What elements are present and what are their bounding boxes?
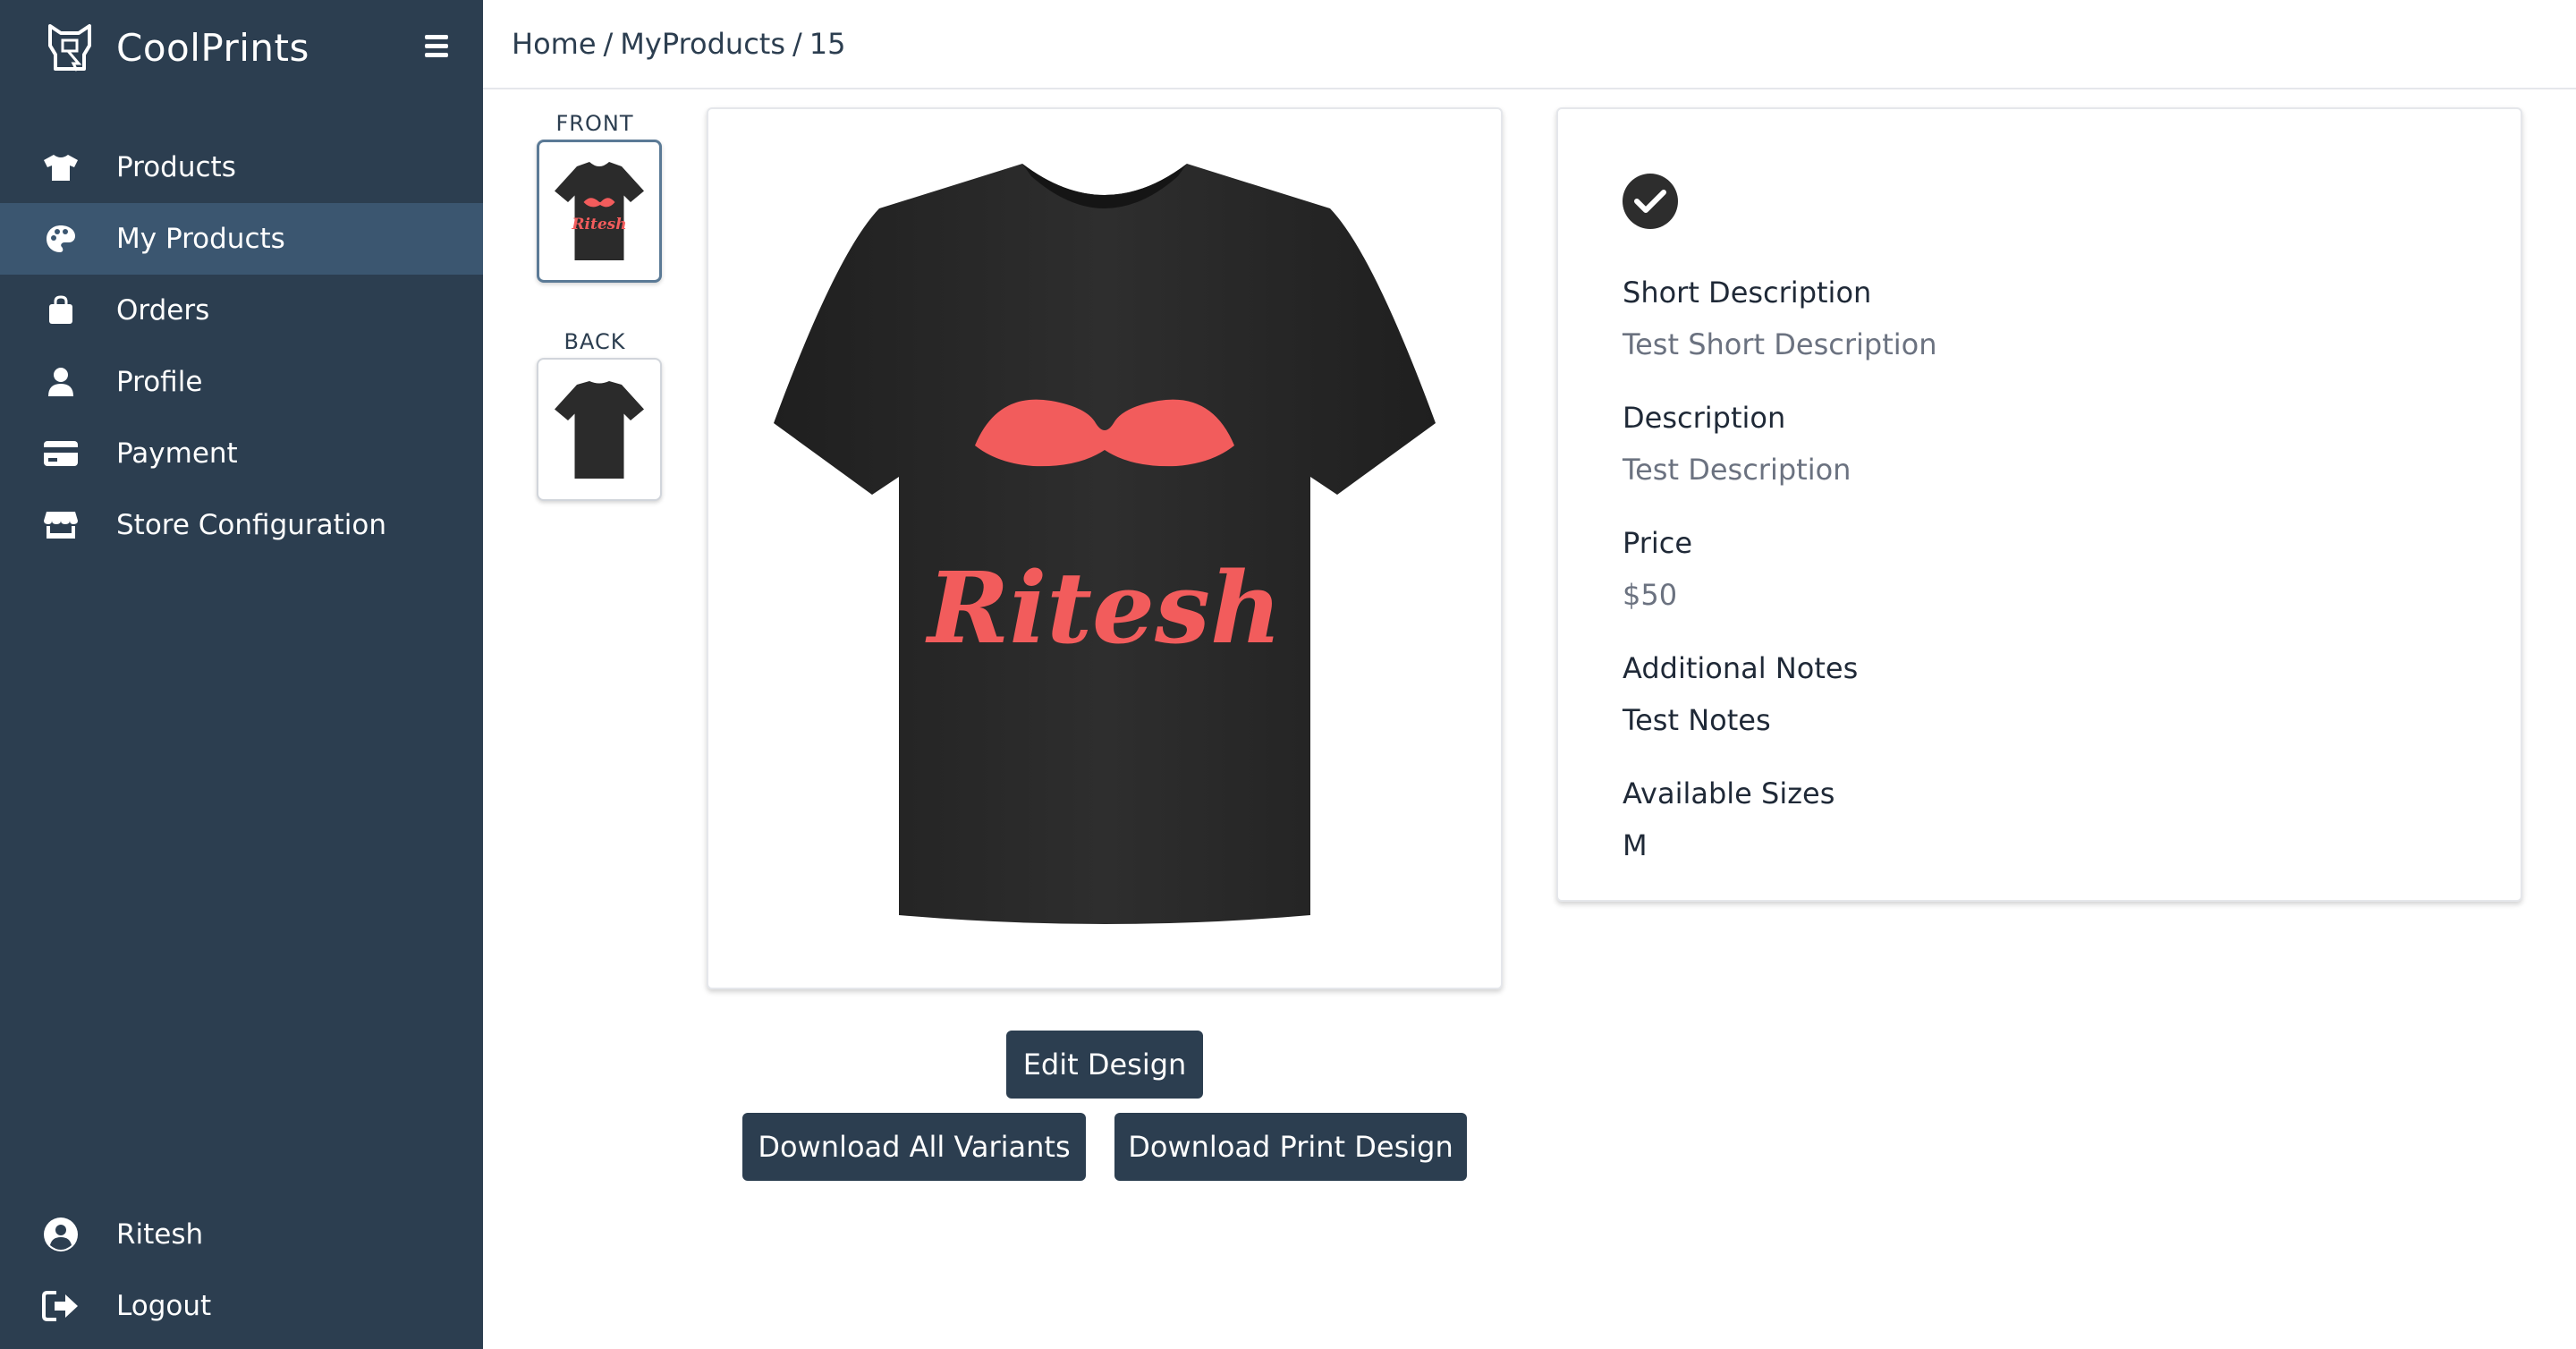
sidebar-item-user[interactable]: Ritesh: [0, 1199, 483, 1270]
sidebar-item-label: Payment: [116, 437, 238, 470]
edit-design-button[interactable]: Edit Design: [1006, 1031, 1203, 1099]
shopping-bag-icon: [41, 294, 80, 327]
product-details-card: Short Description Test Short Description…: [1556, 107, 2522, 902]
front-view-label: FRONT: [555, 111, 634, 136]
user-icon: [41, 366, 80, 398]
user-circle-icon: [41, 1217, 80, 1251]
sidebar: CoolPrints Products My Products Orders P…: [0, 0, 483, 1349]
sidebar-item-profile[interactable]: Profile: [0, 346, 483, 418]
additional-notes-value: Test Notes: [1623, 703, 1771, 737]
brand[interactable]: CoolPrints: [41, 16, 309, 79]
brand-name: CoolPrints: [116, 25, 309, 70]
download-print-design-button[interactable]: Download Print Design: [1114, 1113, 1467, 1181]
sidebar-item-label: Store Configuration: [116, 509, 387, 541]
sidebar-item-payment[interactable]: Payment: [0, 418, 483, 489]
price-label: Price: [1623, 526, 1693, 560]
breadcrumb-home[interactable]: Home: [512, 27, 597, 61]
sidebar-item-store-configuration[interactable]: Store Configuration: [0, 489, 483, 561]
sidebar-item-label: Ritesh: [116, 1218, 204, 1251]
preview-print-text: Ritesh: [925, 550, 1282, 666]
sidebar-item-logout[interactable]: Logout: [0, 1270, 483, 1342]
additional-notes-label: Additional Notes: [1623, 651, 1859, 685]
sidebar-nav: Products My Products Orders Profile Paym…: [0, 132, 483, 561]
download-all-variants-button[interactable]: Download All Variants: [742, 1113, 1086, 1181]
thumbnail-print-text: Ritesh: [571, 216, 626, 233]
sidebar-item-label: Logout: [116, 1290, 212, 1322]
back-view-thumbnail[interactable]: [537, 358, 662, 501]
tshirt-preview-image: Ritesh: [774, 164, 1436, 924]
price-value: $50: [1623, 578, 1678, 612]
breadcrumb-product-id: 15: [809, 27, 846, 61]
product-preview-card: Ritesh: [707, 107, 1503, 989]
sidebar-item-label: Orders: [116, 294, 210, 327]
menu-toggle-icon[interactable]: [419, 30, 454, 63]
palette-icon: [41, 223, 80, 255]
sidebar-item-products[interactable]: Products: [0, 132, 483, 203]
sidebar-item-label: Profile: [116, 366, 203, 398]
logout-icon: [41, 1290, 80, 1322]
available-sizes-value: M: [1623, 828, 1648, 862]
store-icon: [41, 509, 80, 541]
description-label: Description: [1623, 401, 1786, 435]
back-view-label: BACK: [564, 329, 626, 354]
credit-card-icon: [41, 437, 80, 470]
description-value: Test Description: [1623, 453, 1852, 487]
check-circle-icon: [1623, 174, 1678, 229]
sidebar-item-label: My Products: [116, 223, 285, 255]
breadcrumb: Home / MyProducts / 15: [512, 27, 846, 61]
available-sizes-label: Available Sizes: [1623, 776, 1835, 810]
short-description-value: Test Short Description: [1623, 327, 1937, 361]
front-view-thumbnail[interactable]: Ritesh: [537, 140, 662, 283]
sidebar-item-my-products[interactable]: My Products: [0, 203, 483, 275]
breadcrumb-separator: /: [792, 27, 802, 61]
sidebar-bottom: Ritesh Logout: [0, 1199, 483, 1342]
sidebar-item-label: Products: [116, 151, 236, 183]
tshirt-back-thumbnail-image: [555, 381, 644, 479]
sidebar-item-orders[interactable]: Orders: [0, 275, 483, 346]
tshirt-front-thumbnail-image: Ritesh: [555, 162, 644, 260]
breadcrumb-separator: /: [603, 27, 614, 61]
short-description-label: Short Description: [1623, 276, 1872, 310]
breadcrumb-my-products[interactable]: MyProducts: [620, 27, 785, 61]
header: Home / MyProducts / 15: [483, 0, 2576, 89]
shirt-icon: [41, 151, 80, 183]
coolprints-logo-icon: [48, 24, 91, 72]
